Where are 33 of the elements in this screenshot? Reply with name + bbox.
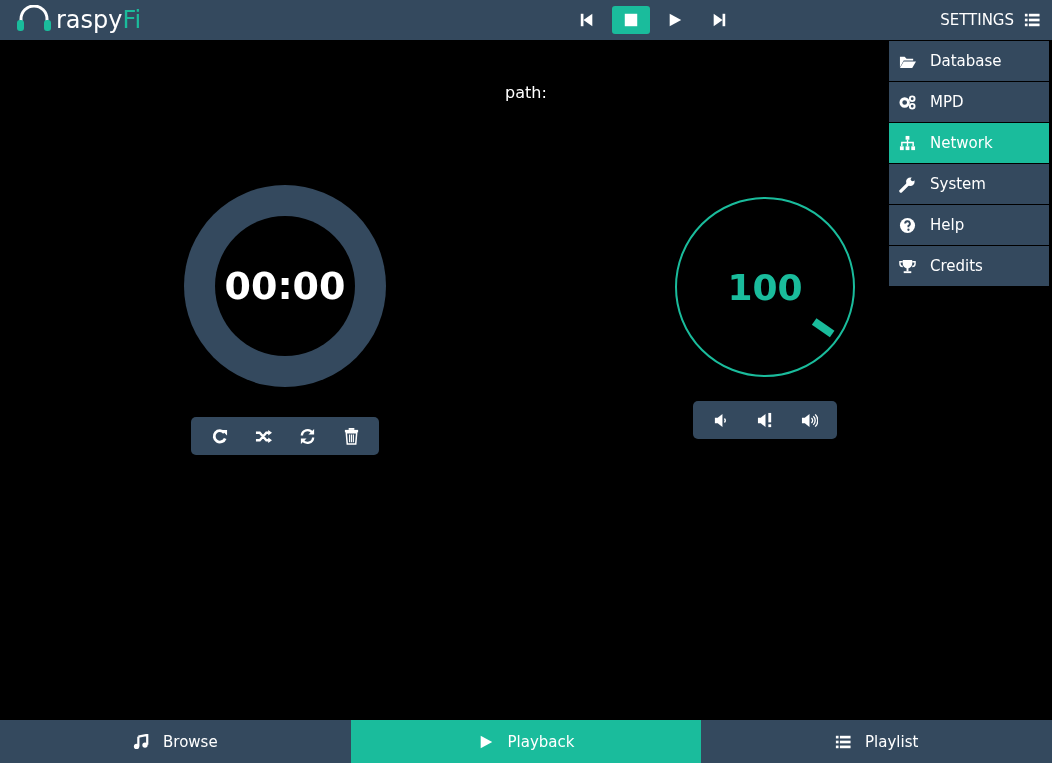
elapsed-time: 00:00 [224,264,346,308]
list-icon [1024,12,1040,28]
volume-mute-icon [756,411,774,429]
list-icon [835,733,851,750]
volume-up-icon [800,411,818,429]
play-icon [667,12,683,28]
path-label: path: [505,83,547,102]
wrench-icon [899,175,916,193]
settings-menu-item[interactable]: Credits [889,246,1049,286]
gears-icon [899,93,916,111]
music-note-icon [133,733,149,750]
settings-button[interactable]: SETTINGS [930,11,1040,29]
trash-icon [342,427,360,445]
shuffle-icon [254,427,272,445]
footer-tab[interactable]: Playlist [701,720,1052,763]
volume-value: 100 [727,266,803,308]
volume-knob[interactable]: 100 [675,197,855,377]
skip-forward-icon [711,12,727,28]
settings-menu-item[interactable]: Help [889,205,1049,245]
help-icon [899,216,916,234]
settings-menu-item[interactable]: MPD [889,82,1049,122]
trophy-icon [899,257,916,275]
stop-icon [623,12,639,28]
sitemap-icon [899,134,916,152]
footer-tab[interactable]: Browse [0,720,351,763]
settings-menu-item[interactable]: System [889,164,1049,204]
time-knob[interactable]: 00:00 [184,185,386,387]
logo-text: raspyFi [56,6,142,34]
skip-back-icon [579,12,595,28]
sync-icon [298,427,316,445]
repeat-icon [210,427,228,445]
settings-menu-item[interactable]: Database [889,41,1049,81]
logo[interactable]: raspyFi [16,5,436,35]
